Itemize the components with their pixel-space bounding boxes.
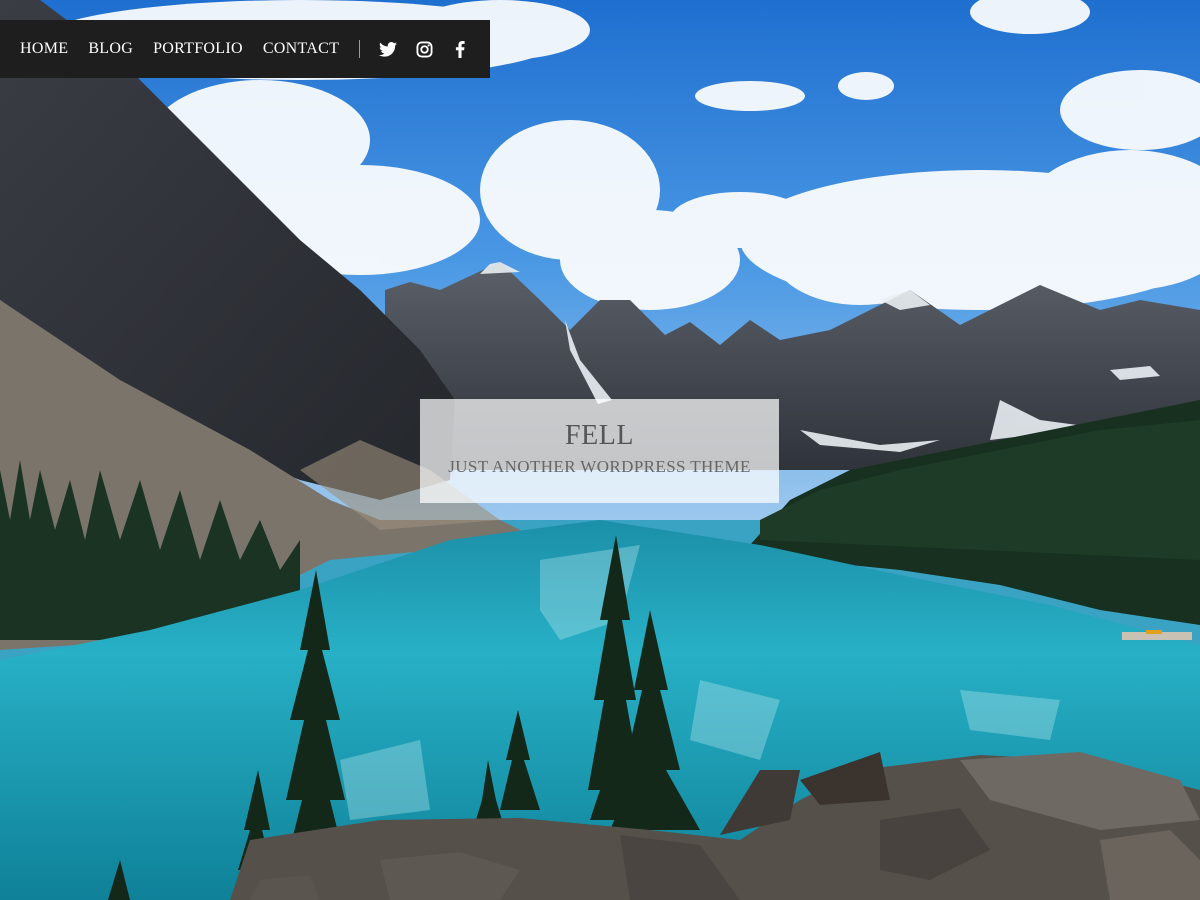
nav-item-home[interactable]: HOME (20, 40, 68, 58)
twitter-icon[interactable] (378, 39, 398, 59)
nav-item-blog[interactable]: BLOG (88, 40, 133, 58)
nav-item-portfolio[interactable]: PORTFOLIO (153, 40, 243, 58)
nav-item-contact[interactable]: CONTACT (263, 40, 339, 58)
nav-divider (359, 40, 361, 58)
site-branding-box: FELL JUST ANOTHER WORDPRESS THEME (420, 399, 779, 503)
instagram-icon[interactable] (414, 39, 434, 59)
site-title[interactable]: FELL (420, 419, 779, 453)
site-tagline: JUST ANOTHER WORDPRESS THEME (448, 457, 751, 476)
top-navigation-bar: HOME BLOG PORTFOLIO CONTACT (0, 20, 490, 78)
facebook-icon[interactable] (450, 39, 470, 59)
